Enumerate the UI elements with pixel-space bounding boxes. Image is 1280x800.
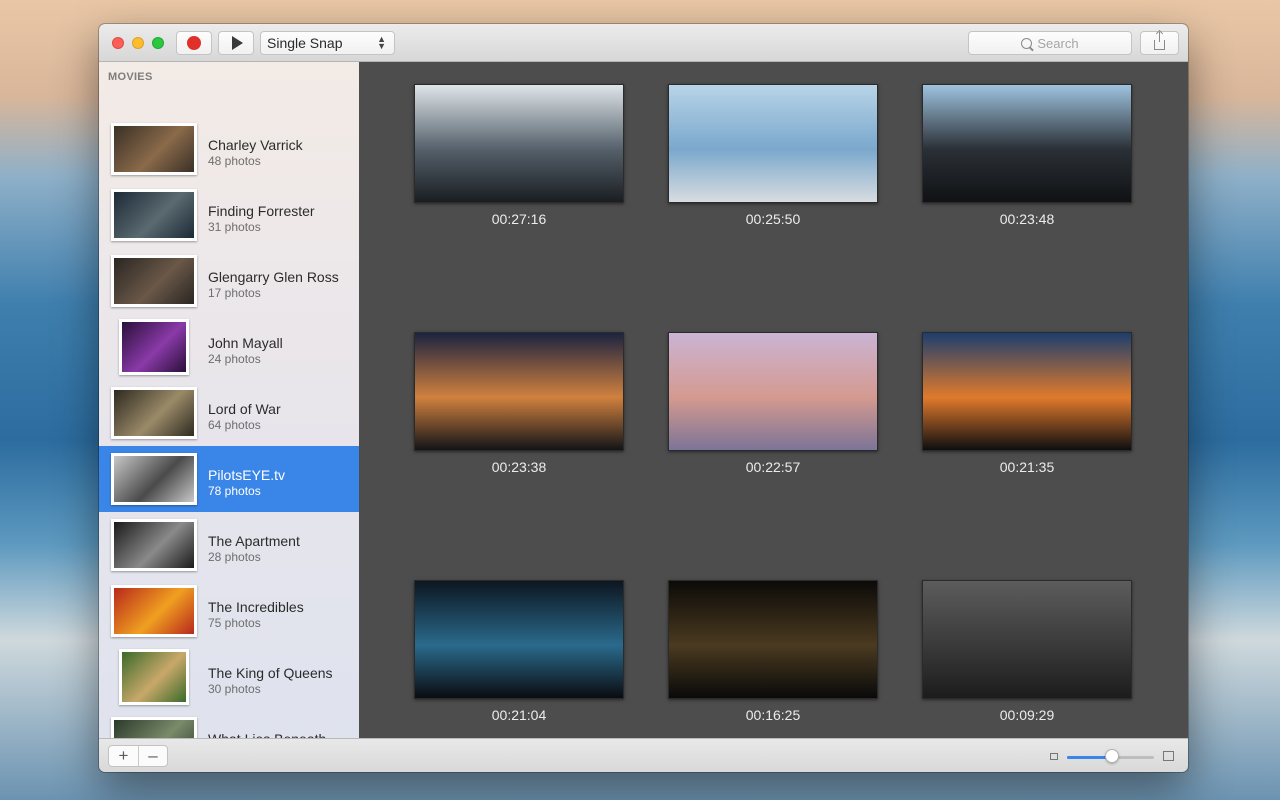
add-remove-control: + – <box>108 745 168 767</box>
zoom-slider-knob[interactable] <box>1105 749 1120 763</box>
movie-title: The Apartment <box>208 533 300 549</box>
movie-item[interactable]: PilotsEYE.tv 78 photos <box>99 446 359 512</box>
search-icon <box>1021 37 1033 49</box>
frame-thumbnail[interactable] <box>668 84 878 203</box>
movie-item[interactable]: John Mayall 24 photos <box>99 314 359 380</box>
frame-timestamp: 00:23:38 <box>491 459 547 475</box>
capture-mode-value: Single Snap <box>267 35 343 51</box>
frame-thumbnail[interactable] <box>414 580 624 699</box>
close-window-button[interactable] <box>112 37 124 49</box>
movie-thumbnail-image <box>114 522 194 568</box>
movie-photo-count: 48 photos <box>208 154 261 168</box>
movie-item[interactable]: The Incredibles 75 photos <box>99 578 359 644</box>
frame-timestamp: 00:27:16 <box>491 211 547 227</box>
movie-item[interactable]: Glengarry Glen Ross 17 photos <box>99 248 359 314</box>
play-icon <box>232 36 243 50</box>
movie-thumbnail-image <box>114 588 194 634</box>
movie-thumbnail-image <box>114 456 194 502</box>
minimize-window-button[interactable] <box>132 37 144 49</box>
movie-thumbnail-image <box>122 322 186 372</box>
movie-thumbnail <box>111 123 197 175</box>
movie-item[interactable]: Lord of War 64 photos <box>99 380 359 446</box>
movie-thumbnail-image <box>122 652 186 702</box>
movie-thumbnail <box>119 319 189 375</box>
movie-photo-count: 24 photos <box>208 352 261 366</box>
record-icon <box>187 36 201 50</box>
frame-thumbnail[interactable] <box>414 332 624 451</box>
frames-grid: 00:27:16 00:25:50 00:23:48 00:23:38 00:22:57… <box>359 62 1188 738</box>
frame-timestamp: 00:16:25 <box>745 707 801 723</box>
movie-thumbnail <box>119 649 189 705</box>
movie-photo-count: 31 photos <box>208 220 261 234</box>
movie-thumbnail <box>111 387 197 439</box>
movie-item[interactable]: Charley Varrick 48 photos <box>99 116 359 182</box>
movie-photo-count: 28 photos <box>208 550 261 564</box>
frame-timestamp: 00:21:35 <box>999 459 1055 475</box>
zoom-in-icon <box>1163 751 1174 761</box>
frame-timestamp: 00:25:50 <box>745 211 801 227</box>
movie-title: Glengarry Glen Ross <box>208 269 339 285</box>
movie-item[interactable]: The Apartment 28 photos <box>99 512 359 578</box>
up-down-chevron-icon: ▲ ▼ <box>377 34 386 51</box>
movie-title: Lord of War <box>208 401 281 417</box>
frame-timestamp: 00:22:57 <box>745 459 801 475</box>
movie-thumbnail-image <box>114 258 194 304</box>
movie-item[interactable]: Finding Forrester 31 photos <box>99 182 359 248</box>
movie-title: PilotsEYE.tv <box>208 467 286 483</box>
zoom-out-icon <box>1050 753 1058 760</box>
app-window: Single Snap ▲ ▼ Search MOVIES Charley Var… <box>99 24 1188 772</box>
play-button[interactable] <box>218 31 254 55</box>
sidebar-section-title: MOVIES <box>108 71 153 83</box>
frame-timestamp: 00:21:04 <box>491 707 547 723</box>
remove-movie-button[interactable]: – <box>138 746 167 766</box>
record-button[interactable] <box>176 31 212 55</box>
movie-photo-count: 75 photos <box>208 616 261 630</box>
movie-thumbnail <box>111 189 197 241</box>
titlebar: Single Snap ▲ ▼ Search <box>99 24 1188 62</box>
sidebar: MOVIES Charley Varrick 48 photos Finding F… <box>99 62 359 738</box>
movie-thumbnail-image <box>114 192 194 238</box>
frame-thumbnail[interactable] <box>922 84 1132 203</box>
movie-photo-count: 78 photos <box>208 484 261 498</box>
movie-thumbnail <box>111 717 197 738</box>
share-button[interactable] <box>1140 31 1179 55</box>
frame-thumbnail[interactable] <box>668 580 878 699</box>
movie-thumbnail-image <box>114 390 194 436</box>
movie-photo-count: 64 photos <box>208 418 261 432</box>
share-icon <box>1154 32 1165 50</box>
bottom-bar: + – <box>99 738 1188 772</box>
movie-title: John Mayall <box>208 335 283 351</box>
movie-thumbnail-image <box>114 126 194 172</box>
add-movie-button[interactable]: + <box>109 746 138 766</box>
frame-thumbnail[interactable] <box>414 84 624 203</box>
search-field[interactable]: Search <box>968 31 1132 55</box>
zoom-window-button[interactable] <box>152 37 164 49</box>
frame-thumbnail[interactable] <box>922 332 1132 451</box>
frame-timestamp: 00:09:29 <box>999 707 1055 723</box>
movie-photo-count: 30 photos <box>208 682 261 696</box>
movie-title: Finding Forrester <box>208 203 315 219</box>
movie-thumbnail <box>111 255 197 307</box>
movie-photo-count: 17 photos <box>208 286 261 300</box>
movie-thumbnail <box>111 519 197 571</box>
movie-thumbnail <box>111 585 197 637</box>
search-placeholder: Search <box>1037 35 1079 51</box>
frame-thumbnail[interactable] <box>668 332 878 451</box>
movie-item[interactable]: What Lies Beneath250 photos <box>99 710 359 738</box>
movie-thumbnail <box>111 453 197 505</box>
movie-title: The King of Queens <box>208 665 333 681</box>
movie-item[interactable]: The King of Queens 30 photos <box>99 644 359 710</box>
frame-timestamp: 00:23:48 <box>999 211 1055 227</box>
frame-thumbnail[interactable] <box>922 580 1132 699</box>
movie-title: The Incredibles <box>208 599 304 615</box>
movie-title: Charley Varrick <box>208 137 303 153</box>
capture-mode-select[interactable]: Single Snap ▲ ▼ <box>260 31 395 55</box>
movie-thumbnail-image <box>114 720 194 738</box>
movie-title: What Lies Beneath <box>208 731 326 738</box>
